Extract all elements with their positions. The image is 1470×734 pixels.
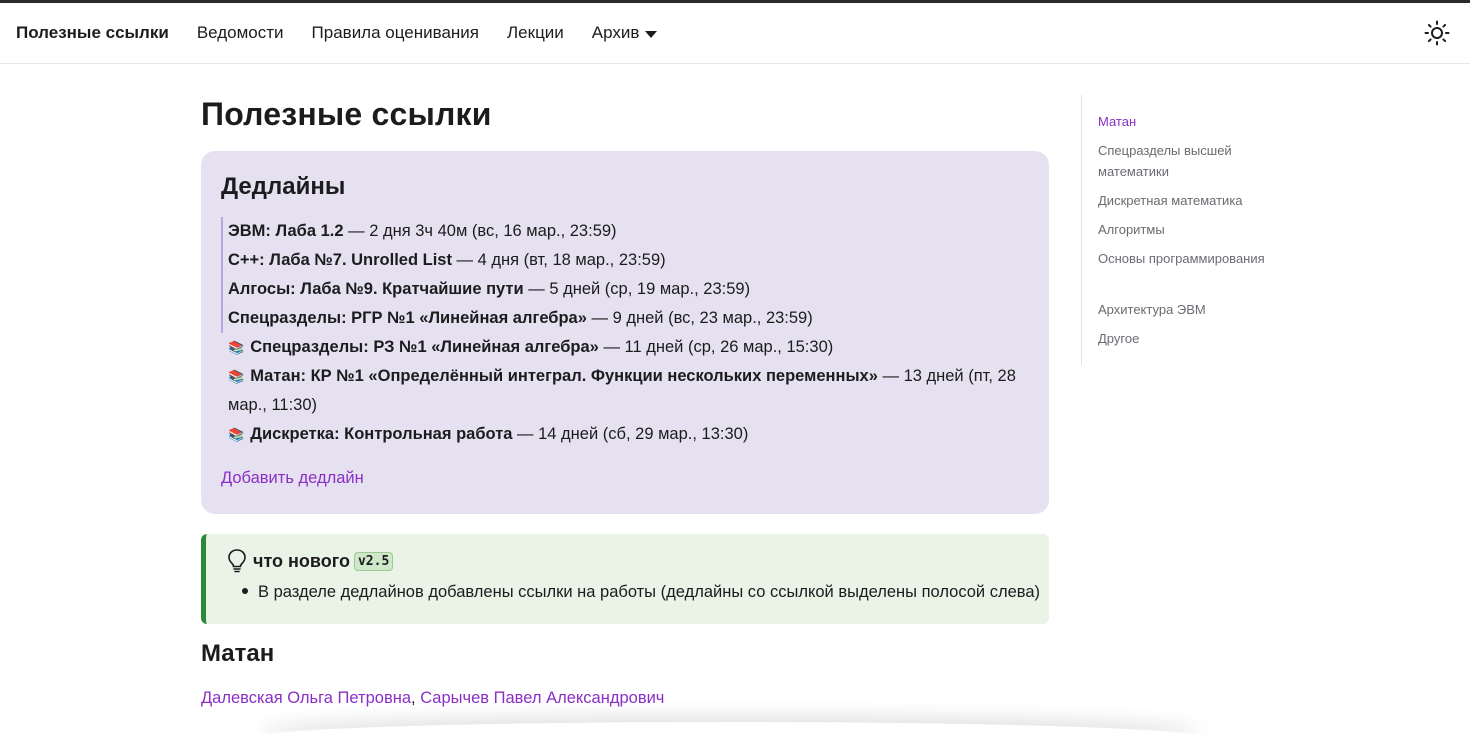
bottom-scroll-shadow (260, 722, 1200, 734)
books-icon: 📚 (228, 427, 245, 442)
toc-item-computer-architecture[interactable]: Архитектура ЭВМ (1098, 299, 1268, 320)
nav-link-lectures[interactable]: Лекции (507, 23, 564, 43)
deadline-time: — 11 дней (ср, 26 мар., 15:30) (598, 338, 834, 356)
deadline-time: — 2 дня 3ч 40м (вс, 16 мар., 23:59) (343, 222, 617, 240)
deadlines-title: Дедлайны (221, 173, 346, 200)
deadline-item: 📚 Матан: КР №1 «Определённый интеграл. Фу… (221, 362, 1021, 420)
teacher-link[interactable]: Сарычев Павел Александрович (420, 689, 664, 707)
nav-link-grading-rules[interactable]: Правила оценивания (312, 23, 479, 43)
whats-new-list: В разделе дедлайнов добавлены ссылки на … (242, 583, 1040, 602)
toc-item-other[interactable]: Другое (1098, 328, 1268, 349)
deadline-subject: ЭВМ: Лаба 1.2 (228, 222, 344, 240)
deadline-subject: Матан: КР №1 «Определённый интеграл. Фун… (250, 367, 878, 385)
toc-item-specrazdely[interactable]: Спецразделы высшей математики (1098, 140, 1268, 182)
deadline-item: 📚 Спецразделы: РЗ №1 «Линейная алгебра» —… (221, 333, 1021, 362)
books-icon: 📚 (228, 369, 245, 384)
deadline-time: — 9 дней (вс, 23 мар., 23:59) (586, 309, 813, 327)
sun-icon (1424, 20, 1450, 46)
deadline-time: — 4 дня (вт, 18 мар., 23:59) (451, 251, 666, 269)
version-badge: v2.5 (353, 551, 394, 571)
table-of-contents: Матан Спецразделы высшей математики Диск… (1081, 95, 1271, 365)
deadline-subject: Спецразделы: РЗ №1 «Линейная алгебра» (250, 338, 599, 356)
deadlines-list: ЭВМ: Лаба 1.2 — 2 дня 3ч 40м (вс, 16 мар… (221, 217, 1021, 449)
page-title: Полезные ссылки (201, 96, 492, 132)
add-deadline-link[interactable]: Добавить дедлайн (221, 469, 364, 488)
section-title-matan: Матан (201, 640, 275, 667)
toc-item-algorithms[interactable]: Алгоритмы (1098, 219, 1268, 240)
deadline-item: 📚 Дискретка: Контрольная работа — 14 дней… (221, 420, 1021, 449)
toc-item-programming-basics[interactable]: Основы программирования (1098, 248, 1268, 269)
theme-toggle-button[interactable] (1424, 20, 1450, 46)
nav-brand[interactable]: Полезные ссылки (16, 23, 169, 43)
nav-archive-dropdown[interactable]: Архив (592, 23, 658, 43)
deadline-item[interactable]: ЭВМ: Лаба 1.2 — 2 дня 3ч 40м (вс, 16 мар… (221, 217, 1021, 246)
whats-new-item: В разделе дедлайнов добавлены ссылки на … (258, 583, 1041, 601)
whats-new-callout: что нового v2.5 В разделе дедлайнов доба… (201, 534, 1049, 624)
deadline-time: — 14 дней (сб, 29 мар., 13:30) (512, 425, 749, 443)
books-icon: 📚 (228, 340, 245, 355)
deadline-subject: C++: Лаба №7. Unrolled List (228, 251, 452, 269)
deadline-item[interactable]: Алгосы: Лаба №9. Кратчайшие пути — 5 дне… (221, 275, 1021, 304)
toc-item-matan[interactable]: Матан (1098, 111, 1268, 132)
nav-link-vedomosti[interactable]: Ведомости (197, 23, 284, 43)
deadlines-card: Дедлайны ЭВМ: Лаба 1.2 — 2 дня 3ч 40м (в… (201, 151, 1049, 514)
deadline-subject: Дискретка: Контрольная работа (250, 425, 513, 443)
lightbulb-icon (228, 549, 246, 573)
deadline-item[interactable]: C++: Лаба №7. Unrolled List — 4 дня (вт,… (221, 246, 1021, 275)
deadline-time: — 5 дней (ср, 19 мар., 23:59) (523, 280, 751, 298)
deadline-item[interactable]: Спецразделы: РГР №1 «Линейная алгебра» —… (221, 304, 1021, 333)
toc-item-discrete-math[interactable]: Дискретная математика (1098, 190, 1268, 211)
deadline-subject: Спецразделы: РГР №1 «Линейная алгебра» (228, 309, 587, 327)
whats-new-header: что нового v2.5 (226, 548, 394, 574)
deadline-subject: Алгосы: Лаба №9. Кратчайшие пути (228, 280, 524, 298)
teacher-link[interactable]: Далевская Ольга Петровна (201, 689, 411, 707)
caret-down-icon (645, 30, 658, 38)
navbar: Полезные ссылки Ведомости Правила оценив… (0, 3, 1470, 64)
bullet-icon (242, 588, 248, 595)
nav-archive-label: Архив (591, 23, 640, 42)
teachers-line: Далевская Ольга Петровна, Сарычев Павел … (201, 689, 664, 708)
whats-new-title: что нового (253, 550, 350, 571)
teacher-separator: , (411, 689, 421, 707)
